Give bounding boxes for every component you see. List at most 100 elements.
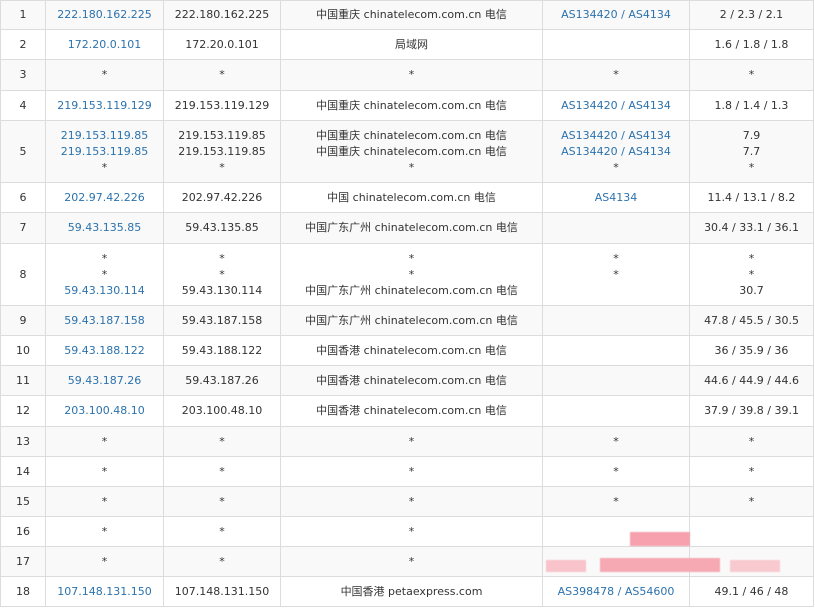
table-row: 12 203.100.48.10 203.100.48.10 中国香港 chinate… [0, 395, 814, 427]
latency-cell: * [689, 426, 814, 457]
ip-link[interactable]: 59.43.135.85 [48, 220, 161, 236]
latency-value: 11.4 / 13.1 / 8.2 [707, 190, 796, 204]
latency-cell: 44.6 / 44.9 / 44.6 [689, 365, 814, 396]
latency-value: 2 / 2.3 / 2.1 [719, 8, 784, 21]
hop-number-cell: 13 [0, 426, 46, 457]
asn-link: * [613, 160, 619, 174]
latency-value: 49.1 / 46 / 48 [714, 584, 789, 598]
ip-link-cell: 59.43.135.85 [45, 212, 164, 244]
hop-number-cell: 2 [0, 29, 46, 60]
hop-number: 4 [19, 98, 27, 112]
ip-link[interactable]: 219.153.119.129 [48, 98, 161, 114]
location-cell: 中国重庆 chinatelecom.com.cn 电信 [280, 0, 543, 30]
asn-link: * [613, 267, 619, 281]
ip-link[interactable]: 219.153.119.85 [48, 128, 161, 144]
asn-link-cell: AS134420 / AS4134 [542, 90, 690, 121]
asn-link[interactable]: AS134420 / AS4134 [545, 144, 687, 160]
ip-link: * [101, 554, 108, 568]
location-cell: * [280, 486, 543, 517]
hop-number-cell: 5 [0, 120, 46, 183]
table-row: 11 59.43.187.26 59.43.187.26 中国香港 chinatele… [0, 365, 814, 396]
asn-link-cell [542, 212, 690, 244]
ip-link-cell: 203.100.48.10 [45, 395, 164, 427]
hostname: * [219, 434, 225, 448]
asn-link[interactable]: AS4134 [545, 190, 687, 206]
location-text: * [408, 524, 415, 538]
table-row: 1 222.180.162.225 222.180.162.225 中国重庆 chin… [0, 0, 814, 30]
hostname: * [219, 160, 225, 174]
location-text: * [408, 464, 415, 478]
ip-link-cell: * [45, 426, 164, 457]
ip-link-cell: * [45, 456, 164, 487]
latency-value: * [748, 267, 755, 281]
latency-value: * [748, 160, 755, 174]
hop-number: 16 [16, 524, 30, 538]
ip-link[interactable]: 203.100.48.10 [48, 403, 161, 419]
ip-link: * [101, 494, 108, 508]
ip-link[interactable]: 202.97.42.226 [48, 190, 161, 206]
latency-value: 1.6 / 1.8 / 1.8 [714, 37, 789, 51]
asn-link [545, 220, 687, 236]
hostname: * [219, 464, 225, 478]
latency-cell: * * 30.7 [689, 243, 814, 306]
asn-link[interactable]: AS398478 / AS54600 [545, 584, 687, 600]
ip-link[interactable]: 172.20.0.101 [48, 37, 161, 53]
ip-link[interactable]: 107.148.131.150 [48, 584, 161, 600]
hostname-cell: * [163, 456, 281, 487]
table-row: 9 59.43.187.158 59.43.187.158 中国广东广州 chinat… [0, 305, 814, 336]
asn-link[interactable]: AS134420 / AS4134 [545, 98, 687, 114]
ip-link[interactable]: 59.43.187.26 [48, 373, 161, 389]
hop-number-cell: 8 [0, 243, 46, 306]
location-text: 中国重庆 chinatelecom.com.cn 电信 [316, 98, 507, 112]
latency-cell: 1.6 / 1.8 / 1.8 [689, 29, 814, 60]
redaction-blur [630, 532, 690, 546]
location-text: 中国重庆 chinatelecom.com.cn 电信 [316, 8, 507, 21]
ip-link[interactable]: 219.153.119.85 [48, 144, 161, 160]
asn-link-cell: * [542, 426, 690, 457]
asn-link: * [613, 494, 619, 508]
latency-value: 44.6 / 44.9 / 44.6 [704, 373, 799, 387]
ip-link-cell: * [45, 546, 164, 577]
latency-cell: * [689, 486, 814, 517]
hop-number: 17 [16, 554, 30, 568]
latency-value: 47.8 / 45.5 / 30.5 [704, 313, 799, 327]
latency-cell: 1.8 / 1.4 / 1.3 [689, 90, 814, 121]
asn-link: * [613, 434, 619, 448]
hop-number-cell: 1 [0, 0, 46, 30]
location-cell: * [280, 546, 543, 577]
table-row: 5 219.153.119.85 219.153.119.85 * 219.153.11… [0, 120, 814, 183]
ip-link[interactable]: 59.43.130.114 [48, 283, 161, 299]
hostname-cell: * [163, 516, 281, 547]
hop-number: 12 [16, 404, 30, 417]
hostname: 107.148.131.150 [174, 584, 270, 598]
ip-link: * [101, 524, 108, 538]
asn-link: * [613, 464, 619, 478]
location-cell: 中国香港 chinatelecom.com.cn 电信 [280, 365, 543, 396]
table-row: 3 * * * * * [0, 59, 814, 91]
location-text: 中国广东广州 chinatelecom.com.cn 电信 [305, 283, 518, 297]
asn-link-cell: AS4134 [542, 182, 690, 213]
hostname-cell: * [163, 546, 281, 577]
hop-number-cell: 18 [0, 576, 46, 607]
hop-number-cell: 7 [0, 212, 46, 244]
asn-link[interactable]: AS134420 / AS4134 [545, 7, 687, 23]
ip-link[interactable]: 222.180.162.225 [48, 7, 161, 23]
asn-link [545, 313, 687, 329]
asn-link [545, 37, 687, 53]
asn-link-cell: * [542, 59, 690, 91]
latency-cell: * [689, 456, 814, 487]
asn-link[interactable]: AS134420 / AS4134 [545, 128, 687, 144]
location-text: * [408, 251, 415, 265]
ip-link[interactable]: 59.43.188.122 [48, 343, 161, 359]
asn-link-cell [542, 29, 690, 60]
ip-link-cell: 219.153.119.129 [45, 90, 164, 121]
hostname: 59.43.135.85 [185, 221, 259, 234]
latency-value: * [748, 464, 755, 478]
latency-cell: 36 / 35.9 / 36 [689, 335, 814, 366]
location-cell: * [280, 456, 543, 487]
latency-cell: * [689, 59, 814, 91]
ip-link[interactable]: 59.43.187.158 [48, 313, 161, 329]
hostname-cell: 202.97.42.226 [163, 182, 281, 213]
location-cell: 中国广东广州 chinatelecom.com.cn 电信 [280, 212, 543, 244]
location-text: 局域网 [395, 37, 428, 51]
